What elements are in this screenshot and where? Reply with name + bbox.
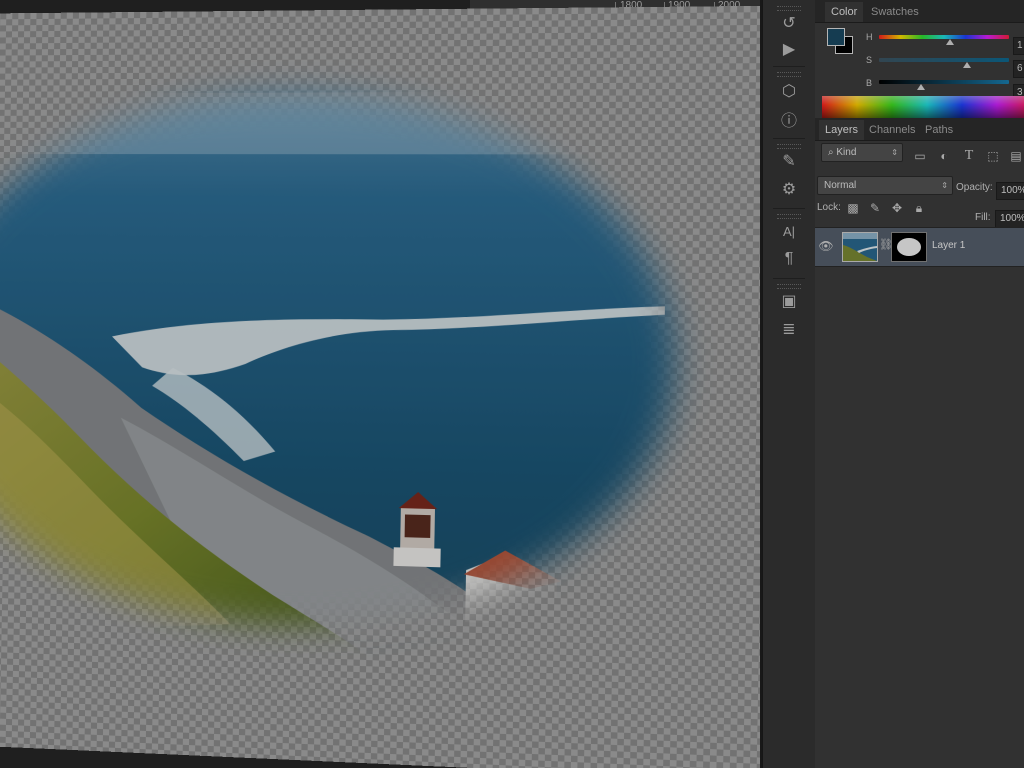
type-filter-icon[interactable]: T: [962, 149, 976, 163]
strip-grip[interactable]: [777, 214, 801, 219]
notes-icon-glyph: ≣: [782, 321, 796, 338]
tab-swatches[interactable]: Swatches: [865, 2, 925, 22]
strip-grip[interactable]: [777, 72, 801, 77]
tab-channels[interactable]: Channels: [863, 120, 921, 140]
lock-label: Lock:: [817, 202, 841, 213]
layers-panel-tabbar: Layers Channels Paths: [815, 118, 1024, 141]
lock-all-icon[interactable]: 🔒︎: [912, 201, 926, 215]
tab-paths[interactable]: Paths: [919, 120, 959, 140]
foreground-color-swatch[interactable]: [827, 28, 845, 46]
history-icon[interactable]: ↺: [777, 12, 801, 34]
layer-comps-icon[interactable]: ▣: [777, 290, 801, 312]
color-panel-tabbar: Color Swatches: [815, 0, 1024, 23]
strip-grip[interactable]: [777, 6, 801, 11]
document-canvas[interactable]: [0, 5, 760, 768]
fill-label: Fill:: [975, 212, 991, 223]
search-icon: ⌕: [828, 147, 834, 158]
blend-mode-select[interactable]: Normal ⇕: [817, 176, 953, 195]
brightness-slider[interactable]: [879, 80, 1009, 84]
hue-label: H: [866, 32, 873, 42]
strip-divider: [773, 278, 805, 279]
3d-cube-icon-glyph: ⬡: [782, 83, 796, 100]
lock-image-pixels-icon[interactable]: ✎: [868, 201, 882, 215]
saturation-value[interactable]: 6: [1013, 60, 1024, 78]
adjustments-icon-glyph: ⚙: [781, 181, 797, 198]
saturation-slider[interactable]: [879, 58, 1009, 62]
strip-divider: [773, 208, 805, 209]
character-icon-glyph: A|: [782, 223, 796, 239]
smart-object-filter-icon[interactable]: ▤: [1009, 149, 1023, 163]
shape-filter-icon[interactable]: ⬚: [986, 149, 1000, 163]
strip-divider: [773, 66, 805, 67]
adjustments-icon[interactable]: ⚙: [777, 178, 801, 200]
strip-grip[interactable]: [777, 144, 801, 149]
photoshop-window: 1800 1900 2000: [0, 0, 1024, 768]
info-icon[interactable]: ⓘ: [777, 108, 801, 130]
layer-comps-icon-glyph: ▣: [781, 293, 797, 310]
strip-divider: [773, 138, 805, 139]
layer-mask-thumbnail[interactable]: [891, 232, 927, 262]
hue-value[interactable]: 1: [1013, 37, 1024, 55]
layers-panel: Layers Channels Paths ⌕ Kind ⇕ ▭ ◐ T ⬚ ▤…: [815, 118, 1024, 768]
layer-filter-kind-select[interactable]: ⌕ Kind ⇕: [821, 143, 903, 162]
color-panel: Color Swatches H 1 S 6 B 3: [815, 0, 1024, 118]
brightness-label: B: [866, 78, 873, 88]
saturation-label: S: [866, 55, 873, 65]
lock-transparent-pixels-icon[interactable]: ▩: [846, 201, 860, 215]
fill-field[interactable]: 100%: [995, 210, 1024, 228]
3d-cube-icon[interactable]: ⬡: [777, 80, 801, 102]
adjustment-filter-icon[interactable]: ◐: [937, 149, 951, 163]
hue-slider-thumb[interactable]: [946, 39, 954, 45]
notes-icon[interactable]: ≣: [777, 318, 801, 340]
paragraph-icon-glyph: ¶: [784, 250, 794, 267]
document-workspace[interactable]: 1800 1900 2000: [0, 0, 760, 768]
layer-thumbnail-image: [843, 233, 877, 261]
opacity-field[interactable]: 100%: [996, 182, 1024, 200]
brush-presets-icon-glyph: ✎: [782, 153, 796, 170]
strip-grip[interactable]: [777, 284, 801, 289]
brightness-slider-thumb[interactable]: [917, 84, 925, 90]
select-arrows-icon: ⇕: [941, 181, 948, 190]
tab-layers[interactable]: Layers: [819, 120, 865, 140]
lock-position-icon[interactable]: ✥: [890, 201, 904, 215]
layer-row-layer-1[interactable]: 👁︎ ⛓︎ Layer 1: [815, 227, 1024, 267]
image-filter-icon[interactable]: ▭: [913, 149, 927, 163]
layer-name[interactable]: Layer 1: [932, 240, 965, 251]
play-action-icon[interactable]: ▶: [777, 38, 801, 60]
paragraph-icon[interactable]: ¶: [777, 248, 801, 270]
opacity-label: Opacity:: [956, 182, 993, 193]
eye-icon[interactable]: 👁︎: [818, 238, 834, 254]
history-icon-glyph: ↺: [782, 15, 796, 32]
brush-presets-icon[interactable]: ✎: [777, 150, 801, 172]
tab-color[interactable]: Color: [825, 2, 864, 22]
right-panel-dock: Color Swatches H 1 S 6 B 3 Layers Channe…: [815, 0, 1024, 768]
hue-slider[interactable]: [879, 35, 1009, 39]
masked-photo-layer: [0, 5, 760, 768]
play-action-icon-glyph: ▶: [782, 41, 796, 58]
character-icon[interactable]: A|: [777, 220, 801, 242]
info-icon-glyph: ⓘ: [780, 113, 797, 130]
select-arrows-icon: ⇕: [891, 148, 898, 157]
color-spectrum-ramp[interactable]: [822, 96, 1024, 118]
saturation-slider-thumb[interactable]: [963, 62, 971, 68]
blend-mode-label: Normal: [824, 180, 857, 191]
filter-kind-label: Kind: [836, 147, 857, 158]
layer-thumbnail[interactable]: [842, 232, 878, 262]
panel-icon-strip: ↺ ▶ ⬡ ⓘ ✎ ⚙ A| ¶ ▣ ≣: [762, 0, 816, 768]
